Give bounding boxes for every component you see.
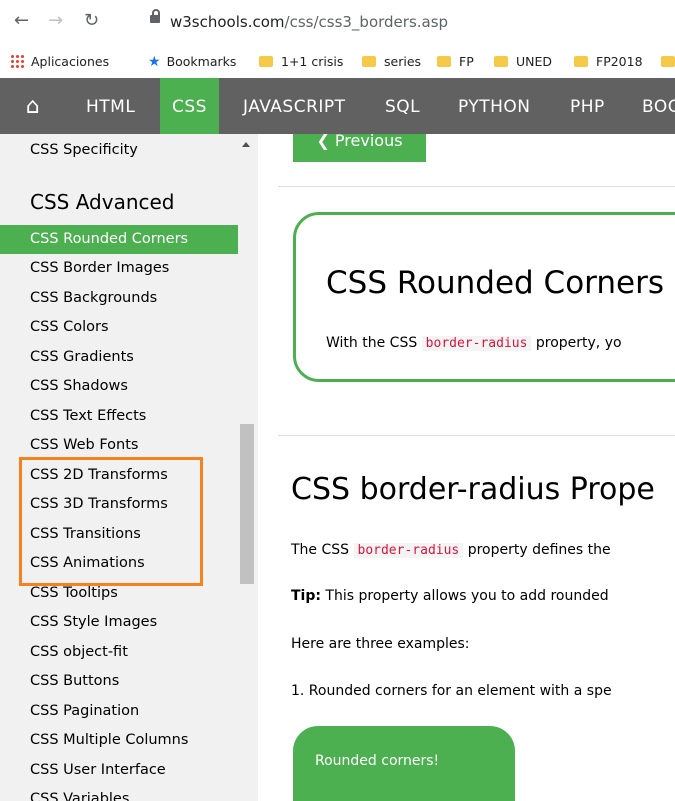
bookmark-apps[interactable]: Aplicaciones bbox=[10, 54, 109, 69]
tip-label: Tip: bbox=[291, 588, 321, 604]
bookmark-folder[interactable]: 1+1 crisis bbox=[259, 54, 343, 69]
bookmark-folder[interactable] bbox=[661, 54, 675, 69]
bookmark-folder[interactable]: series bbox=[362, 54, 421, 69]
sidebar-item-specificity[interactable]: CSS Specificity bbox=[0, 136, 238, 165]
lock-icon bbox=[150, 9, 160, 23]
bookmarks-bar: Aplicaciones ★ Bookmarks 1+1 crisis serie… bbox=[0, 44, 675, 78]
address-bar[interactable]: w3schools.com/css/css3_borders.asp bbox=[170, 13, 448, 31]
sidebar-heading: CSS Advanced bbox=[30, 190, 175, 214]
intro-box: CSS Rounded Corners With the CSS border-… bbox=[293, 212, 675, 382]
url-domain: w3schools.com bbox=[170, 13, 285, 31]
bookmark-label: Aplicaciones bbox=[31, 54, 110, 69]
url-path: /css/css3_borders.asp bbox=[284, 13, 449, 31]
sidebar-item[interactable]: CSS Buttons bbox=[0, 667, 238, 696]
tip-text: This property allows you to add rounded bbox=[320, 588, 609, 604]
folder-icon bbox=[574, 56, 588, 67]
paragraph: The CSS border-radius property defines t… bbox=[291, 542, 611, 558]
bookmark-folder[interactable]: FP2018 bbox=[574, 54, 643, 69]
sidebar-item[interactable]: CSS Backgrounds bbox=[0, 284, 238, 313]
intro-text-after: property, yo bbox=[531, 335, 622, 351]
orange-highlight-box bbox=[19, 457, 203, 586]
sidebar-item[interactable]: CSS Style Images bbox=[0, 608, 238, 637]
bookmark-label: Bookmarks bbox=[166, 54, 237, 69]
sidebar-item[interactable]: CSS Shadows bbox=[0, 372, 238, 401]
intro-text: With the CSS border-radius property, yo bbox=[326, 335, 622, 351]
scroll-up-arrow-icon[interactable] bbox=[242, 142, 250, 147]
sidebar-item[interactable]: CSS Multiple Columns bbox=[0, 726, 238, 755]
code-border-radius: border-radius bbox=[421, 336, 532, 351]
bookmark-label: 1+1 crisis bbox=[281, 54, 344, 69]
folder-icon bbox=[437, 56, 451, 67]
section-heading: CSS border-radius Prope bbox=[291, 472, 655, 507]
bookmark-label: UNED bbox=[516, 54, 553, 69]
nav-sql[interactable]: SQL bbox=[385, 78, 420, 134]
star-icon: ★ bbox=[148, 54, 161, 70]
back-icon[interactable]: ← bbox=[14, 10, 29, 31]
sidebar-item-rounded-corners[interactable]: CSS Rounded Corners bbox=[0, 225, 238, 254]
bookmark-folder[interactable]: FP bbox=[437, 54, 474, 69]
p1-after: property defines the bbox=[463, 542, 611, 558]
bookmark-bookmarks[interactable]: ★ Bookmarks bbox=[148, 54, 236, 70]
reload-icon[interactable]: ↻ bbox=[84, 10, 99, 31]
folder-icon bbox=[259, 56, 273, 67]
sidebar-item[interactable]: CSS Variables bbox=[0, 785, 238, 801]
nav-css[interactable]: CSS bbox=[160, 78, 219, 134]
sidebar-item[interactable]: CSS Text Effects bbox=[0, 402, 238, 431]
intro-text-before: With the CSS bbox=[326, 335, 422, 351]
bookmark-label: FP bbox=[459, 54, 474, 69]
folder-icon bbox=[661, 56, 675, 67]
divider bbox=[278, 435, 675, 436]
code-border-radius: border-radius bbox=[353, 543, 464, 558]
forward-icon[interactable]: → bbox=[48, 10, 63, 31]
tip-paragraph: Tip: This property allows you to add rou… bbox=[291, 588, 609, 604]
folder-icon bbox=[362, 56, 376, 67]
apps-icon bbox=[10, 54, 25, 68]
browser-toolbar: ← → ↻ w3schools.com/css/css3_borders.asp bbox=[0, 0, 675, 44]
folder-icon bbox=[494, 56, 508, 67]
bookmark-label: series bbox=[384, 54, 422, 69]
main-content: ❮ Previous CSS Rounded Corners With the … bbox=[258, 134, 675, 801]
sidebar-item[interactable]: CSS Pagination bbox=[0, 697, 238, 726]
sidebar-item[interactable]: CSS User Interface bbox=[0, 756, 238, 785]
paragraph: Here are three examples: bbox=[291, 636, 470, 652]
sidebar-item[interactable]: CSS Gradients bbox=[0, 343, 238, 372]
sidebar-item[interactable]: CSS Web Fonts bbox=[0, 431, 238, 460]
bookmark-label: FP2018 bbox=[596, 54, 643, 69]
bookmark-folder[interactable]: UNED bbox=[494, 54, 552, 69]
nav-more[interactable]: BOO bbox=[642, 78, 675, 134]
rounded-corners-example: Rounded corners! bbox=[293, 726, 515, 801]
sidebar-item[interactable]: CSS Border Images bbox=[0, 254, 238, 283]
sidebar-item[interactable]: CSS Colors bbox=[0, 313, 238, 342]
nav-python[interactable]: PYTHON bbox=[458, 78, 531, 134]
paragraph: 1. Rounded corners for an element with a… bbox=[291, 683, 612, 699]
nav-php[interactable]: PHP bbox=[570, 78, 605, 134]
page-title: CSS Rounded Corners bbox=[326, 265, 664, 301]
divider bbox=[278, 186, 675, 187]
nav-html[interactable]: HTML bbox=[86, 78, 135, 134]
home-icon[interactable]: ⌂ bbox=[12, 78, 54, 134]
sidebar-item[interactable]: CSS object-fit bbox=[0, 638, 238, 667]
top-navigation: ⌂ HTML CSS JAVASCRIPT SQL PYTHON PHP BOO bbox=[0, 78, 675, 134]
p1-before: The CSS bbox=[291, 542, 354, 558]
scrollbar-thumb[interactable] bbox=[240, 424, 254, 584]
nav-javascript[interactable]: JAVASCRIPT bbox=[243, 78, 346, 134]
previous-button[interactable]: ❮ Previous bbox=[293, 134, 426, 162]
rounded-corners-label: Rounded corners! bbox=[315, 753, 440, 769]
